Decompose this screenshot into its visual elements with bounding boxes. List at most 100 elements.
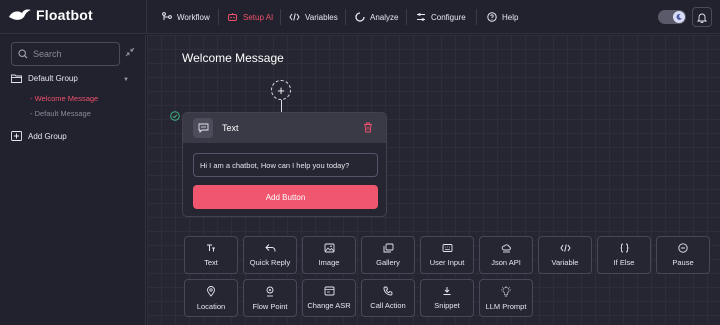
help-icon xyxy=(487,12,497,22)
plus-icon: + xyxy=(277,82,285,98)
card-title: Text xyxy=(222,123,239,133)
add-group-button[interactable]: Add Group xyxy=(11,131,67,141)
collapse-sidebar-icon[interactable] xyxy=(125,47,135,57)
image-icon xyxy=(324,243,334,253)
keyboard-icon xyxy=(442,244,452,252)
moon-icon xyxy=(676,13,682,20)
palette-quick-reply[interactable]: Quick Reply xyxy=(243,236,297,274)
palette-snippet[interactable]: Snippet xyxy=(420,279,474,317)
gallery-icon xyxy=(383,243,393,253)
add-folder-icon xyxy=(11,131,22,141)
default-group[interactable]: Default Group xyxy=(11,74,78,83)
nav-configure[interactable]: Configure xyxy=(416,10,466,24)
nav-setup-ai[interactable]: Setup AI xyxy=(227,10,273,24)
page-title: Welcome Message xyxy=(182,51,284,65)
braces-icon xyxy=(619,243,629,253)
nav-separator xyxy=(280,9,281,25)
nav-analyze[interactable]: Analyze xyxy=(355,10,398,24)
palette-label: Flow Point xyxy=(252,301,288,311)
sidebar-item-default-message[interactable]: - Default Message xyxy=(30,109,91,118)
palette-if-else[interactable]: If Else xyxy=(597,236,651,274)
message-text-field[interactable]: Hi I am a chatbot, How can I help you to… xyxy=(193,153,378,177)
group-label: Default Group xyxy=(28,74,78,83)
nav-separator xyxy=(406,9,407,25)
floatbot-logo[interactable]: Floatbot xyxy=(8,7,93,23)
palette-label: Variable xyxy=(551,258,579,267)
palette-label: Pause xyxy=(672,258,694,267)
connector-line xyxy=(281,100,282,112)
palette-json-api[interactable]: Json API xyxy=(479,236,533,274)
palette-label: Text xyxy=(204,258,218,267)
add-group-label: Add Group xyxy=(28,131,67,141)
sidebar: Default Group ▼ - Welcome Message - Defa… xyxy=(0,35,146,325)
nav-separator xyxy=(345,9,346,25)
workflow-icon xyxy=(162,12,172,20)
sliders-icon xyxy=(417,13,425,21)
palette-gallery[interactable]: Gallery xyxy=(361,236,415,274)
location-pin-icon xyxy=(207,285,215,297)
palette-llm-prompt[interactable]: LLM Prompt xyxy=(479,279,533,317)
chevron-down-icon[interactable]: ▼ xyxy=(123,77,129,83)
palette-label: LLM Prompt xyxy=(485,301,527,311)
check-circle-icon xyxy=(170,111,180,121)
flow-point-icon xyxy=(266,286,274,296)
palette-user-input[interactable]: User Input xyxy=(420,236,474,274)
palette-label: Json API xyxy=(491,258,521,267)
trash-icon[interactable] xyxy=(363,122,373,133)
search-icon xyxy=(18,49,28,59)
nav-variables[interactable]: Variables xyxy=(289,10,338,24)
nav-workflow[interactable]: Workflow xyxy=(162,10,210,24)
card-header: Text xyxy=(183,113,386,143)
palette-text[interactable]: Text xyxy=(184,236,238,274)
palette-image[interactable]: Image xyxy=(302,236,356,274)
palette-label: Image xyxy=(318,258,340,267)
notifications-button[interactable] xyxy=(692,7,712,27)
nav-configure-label: Configure xyxy=(431,12,466,22)
palette-label: Snippet xyxy=(434,301,460,310)
add-button-button[interactable]: Add Button xyxy=(193,185,378,209)
flow-canvas[interactable]: Welcome Message + Text Hi I am a chatbot… xyxy=(147,35,720,325)
palette-change-asr[interactable]: Change ASR xyxy=(302,279,356,317)
nav-analyze-label: Analyze xyxy=(370,12,399,22)
palette-location[interactable]: Location xyxy=(184,279,238,317)
pause-icon xyxy=(678,243,688,253)
palette-variable[interactable]: Variable xyxy=(538,236,592,274)
palette-label: If Else xyxy=(613,258,635,267)
folder-icon xyxy=(11,74,22,83)
lightbulb-icon xyxy=(501,285,511,296)
window-icon xyxy=(324,286,334,296)
palette-label: Gallery xyxy=(376,258,400,267)
nav-help[interactable]: Help xyxy=(487,10,518,24)
nav-divider xyxy=(146,0,147,34)
analyze-icon xyxy=(355,12,365,22)
theme-toggle[interactable] xyxy=(658,10,686,24)
api-icon xyxy=(501,244,511,253)
palette-pause[interactable]: Pause xyxy=(656,236,710,274)
reply-icon xyxy=(264,244,275,252)
setup-ai-icon xyxy=(228,12,237,21)
search-input[interactable] xyxy=(33,49,113,59)
palette-label: Change ASR xyxy=(307,301,351,310)
palette-call-action[interactable]: Call Action xyxy=(361,279,415,317)
code-icon xyxy=(559,244,571,252)
palette-label: Call Action xyxy=(370,301,406,310)
bell-icon xyxy=(697,13,707,23)
snippet-icon xyxy=(443,287,451,295)
nav-help-label: Help xyxy=(502,12,519,22)
phone-icon xyxy=(383,286,393,296)
palette-label: Location xyxy=(196,301,226,311)
palette-label: Quick Reply xyxy=(249,258,291,267)
palette-flow-point[interactable]: Flow Point xyxy=(243,279,297,317)
top-navigation-bar: Floatbot Workflow Setup AI Variables Ana… xyxy=(0,0,720,34)
nav-separator xyxy=(476,9,477,25)
nav-workflow-label: Workflow xyxy=(177,12,210,22)
message-icon xyxy=(193,118,213,138)
sidebar-item-welcome-message[interactable]: - Welcome Message xyxy=(30,94,98,103)
add-node-button[interactable]: + xyxy=(271,80,291,100)
search-box[interactable] xyxy=(11,42,120,66)
code-icon xyxy=(289,13,300,21)
nav-setup-ai-label: Setup AI xyxy=(243,12,274,22)
text-node-card[interactable]: Text Hi I am a chatbot, How can I help y… xyxy=(182,112,387,217)
nav-variables-label: Variables xyxy=(305,12,338,22)
palette-label: User Input xyxy=(429,258,465,267)
